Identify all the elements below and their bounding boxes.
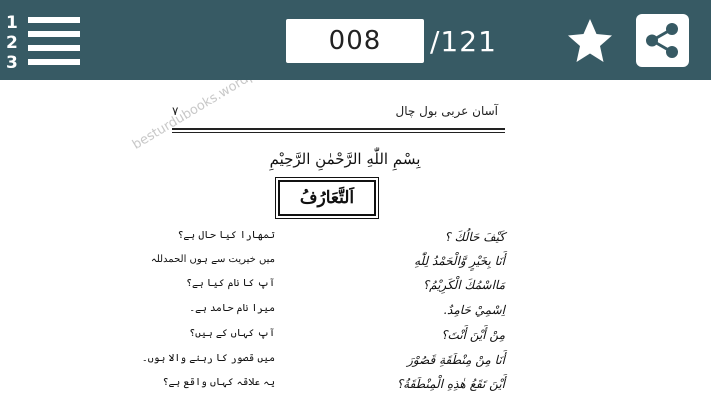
urdu-line: آپ کہاں کے ہیں؟ <box>189 328 275 339</box>
share-button[interactable] <box>636 14 689 67</box>
lesson-title: اَلتَّعَارُفُ <box>278 180 376 216</box>
header-rule <box>172 128 505 130</box>
arabic-line: أَنَا بِخَيْرٍ وَّالْحَمْدُ لِلّٰهِ <box>414 254 505 268</box>
arabic-line: اِسْمِيْ حَامِدٌ. <box>443 303 505 317</box>
header-rule-thin <box>172 132 505 133</box>
arabic-line: أَنَا مِنْ مِنْطَقَةِ قَصُوْرَ <box>407 353 505 367</box>
page-header: ۷ آسان عربی بول چال <box>172 104 500 124</box>
urdu-line: میں خیریت سے ہوں الحمدللہ <box>150 254 275 265</box>
urdu-line: تمھارا کیا حال ہے؟ <box>177 230 275 241</box>
numbered-list-icon[interactable]: 1 2 3 <box>4 11 84 73</box>
svg-text:3: 3 <box>6 53 18 71</box>
svg-text:1: 1 <box>6 13 18 33</box>
total-pages-label: /121 <box>430 25 497 58</box>
arabic-line: مِنْ أَيْنَ أَنْتَ؟ <box>441 328 505 342</box>
page-number-input[interactable]: 008 <box>286 19 424 63</box>
arabic-line: مَااسْمُكَ الْكَرِيْمُ؟ <box>422 278 505 292</box>
arabic-line: أَيْنَ تَقَعُ هٰذِهِ الْمِنْطَقَةُ؟ <box>396 377 505 391</box>
urdu-line: یہ علاقہ کہاں واقع ہے؟ <box>162 377 275 388</box>
share-icon <box>646 23 678 58</box>
urdu-line: میں قصور کا رہنے والا ہوں۔ <box>141 353 275 364</box>
svg-text:2: 2 <box>6 33 18 53</box>
book-page[interactable]: ۷ آسان عربی بول چال besturdubooks.wordpr… <box>0 80 711 400</box>
star-icon[interactable] <box>566 17 614 65</box>
arabic-line: كَيْفَ حَالُكَ ؟ <box>444 230 505 244</box>
basmala: بِسْمِ اللّٰهِ الرَّحْمٰنِ الرَّحِيْمِ <box>269 150 421 168</box>
book-title: آسان عربی بول چال <box>395 104 498 118</box>
urdu-line: میرا نام حامد ہے۔ <box>189 303 275 314</box>
urdu-line: آپ کا نام کیا ہے؟ <box>186 278 275 289</box>
top-toolbar: 1 2 3 008 /121 <box>0 0 711 80</box>
